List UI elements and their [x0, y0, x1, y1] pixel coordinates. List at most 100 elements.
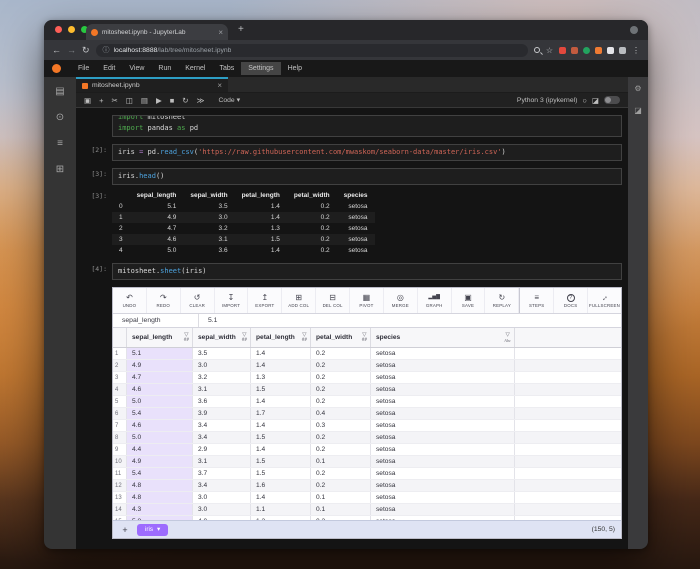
extension-orange-icon[interactable] [595, 47, 602, 54]
mito-toolbar-merge[interactable]: ◎MERGE [384, 288, 418, 313]
mito-column-header-petal_width[interactable]: petal_width▽## [311, 328, 371, 347]
menu-item-kernel[interactable]: Kernel [178, 62, 212, 75]
property-inspector-icon[interactable]: ⚙ [634, 84, 641, 93]
mito-cell[interactable]: 5.1 [127, 348, 193, 359]
mito-cell[interactable]: 4.6 [127, 420, 193, 431]
mito-cell[interactable]: 3.9 [193, 408, 251, 419]
mito-toolbar-fullscreen[interactable]: ↔FULLSCREEN [588, 288, 621, 313]
mito-cell[interactable]: 5.4 [127, 468, 193, 479]
close-notebook-tab-icon[interactable]: × [217, 81, 222, 90]
mito-cell[interactable]: 3.1 [193, 384, 251, 395]
restart-run-all-icon[interactable]: ≫ [197, 96, 205, 105]
mito-cell[interactable]: 4.9 [127, 456, 193, 467]
mito-column-header-species[interactable]: species▽Abc [371, 328, 515, 347]
mito-cell[interactable]: 3.5 [193, 348, 251, 359]
browser-menu-icon[interactable]: ⋮ [632, 46, 640, 55]
mito-column-header-sepal_length[interactable]: sepal_length▽## [127, 328, 193, 347]
back-icon[interactable]: ← [52, 45, 61, 55]
mito-cell[interactable]: 3.4 [193, 432, 251, 443]
mito-cell[interactable]: 1.4 [251, 492, 311, 503]
extension-puzzle-icon[interactable] [607, 47, 614, 54]
mito-cell[interactable]: 0.1 [311, 492, 371, 503]
mito-cell[interactable]: 0.2 [311, 444, 371, 455]
mito-toolbar-redo[interactable]: ↷REDO [147, 288, 181, 313]
bookmark-icon[interactable]: ☆ [546, 46, 553, 55]
file-browser-icon[interactable]: ▤ [55, 86, 64, 97]
mito-cell[interactable]: 3.4 [193, 420, 251, 431]
menu-item-edit[interactable]: Edit [96, 62, 122, 75]
mito-cell[interactable]: setosa [371, 504, 515, 515]
mito-cell[interactable]: 0.4 [311, 408, 371, 419]
mito-column-header-sepal_width[interactable]: sepal_width▽## [193, 328, 251, 347]
menu-item-run[interactable]: Run [151, 62, 178, 75]
mito-toolbar-add-col[interactable]: ⊞ADD COL [282, 288, 316, 313]
menu-item-help[interactable]: Help [281, 62, 309, 75]
mito-cell[interactable]: 1.1 [251, 504, 311, 515]
mito-cell[interactable]: 4.8 [127, 480, 193, 491]
mito-toolbar-steps[interactable]: ≡STEPS [519, 288, 554, 313]
cut-cell-icon[interactable]: ✂ [111, 96, 117, 105]
mito-cell[interactable]: 5.0 [127, 396, 193, 407]
mito-cell[interactable]: 1.4 [251, 396, 311, 407]
menu-item-tabs[interactable]: Tabs [212, 62, 241, 75]
mito-cell[interactable]: 3.2 [193, 372, 251, 383]
extension-gray-icon[interactable] [619, 47, 626, 54]
menu-item-file[interactable]: File [71, 62, 96, 75]
mito-cell[interactable]: 3.4 [193, 480, 251, 491]
mito-toolbar-replay[interactable]: ↻REPLAY [485, 288, 519, 313]
code-editor[interactable]: mitosheet.sheet(iris) [112, 263, 622, 280]
address-bar[interactable]: ⓘ localhost:8888/lab/tree/mitosheet.ipyn… [96, 44, 528, 57]
extension-green-icon[interactable] [583, 47, 590, 54]
mito-cell[interactable]: 0.2 [311, 384, 371, 395]
copy-cell-icon[interactable]: ◫ [126, 96, 133, 105]
close-window-button[interactable] [55, 26, 62, 33]
notebook-tab[interactable]: mitosheet.ipynb × [76, 77, 228, 92]
kernel-name[interactable]: Python 3 (ipykernel) [517, 97, 577, 104]
mito-toolbar-undo[interactable]: ↶UNDO [113, 288, 147, 313]
add-cell-icon[interactable]: + [99, 96, 103, 105]
mito-cell[interactable]: setosa [371, 432, 515, 443]
profile-icon[interactable] [630, 26, 638, 34]
mito-cell[interactable]: 0.2 [311, 468, 371, 479]
mito-cell[interactable]: 3.0 [193, 504, 251, 515]
mito-cell[interactable]: 1.5 [251, 432, 311, 443]
minimize-window-button[interactable] [68, 26, 75, 33]
extension-manager-icon[interactable]: ⊞ [56, 164, 64, 175]
mito-cell[interactable]: 1.7 [251, 408, 311, 419]
mito-toolbar-pivot[interactable]: ▦PIVOT [350, 288, 384, 313]
mito-cell[interactable]: 3.7 [193, 468, 251, 479]
mito-cell[interactable]: 4.3 [127, 504, 193, 515]
mito-cell[interactable]: 4.6 [127, 384, 193, 395]
save-icon[interactable]: ▣ [84, 96, 91, 105]
table-of-contents-icon[interactable]: ≡ [57, 138, 63, 149]
cell-type-select[interactable]: Code ▾ [218, 96, 240, 104]
mito-cell[interactable]: 3.0 [193, 360, 251, 371]
mito-toolbar-import[interactable]: ↧IMPORT [215, 288, 249, 313]
mito-cell[interactable]: 5.0 [127, 432, 193, 443]
restart-kernel-icon[interactable]: ↻ [182, 96, 188, 105]
mito-cell[interactable]: 0.1 [311, 456, 371, 467]
extension-multicolor-icon[interactable] [571, 47, 578, 54]
code-editor[interactable]: iris.head() [112, 168, 622, 185]
mito-cell[interactable]: 1.5 [251, 456, 311, 467]
mito-toolbar-clear[interactable]: ↺CLEAR [181, 288, 215, 313]
mito-cell[interactable]: 4.4 [127, 444, 193, 455]
mito-cell[interactable]: setosa [371, 348, 515, 359]
mito-cell[interactable]: 0.1 [311, 504, 371, 515]
menu-item-view[interactable]: View [122, 62, 151, 75]
mito-cell[interactable]: 3.1 [193, 456, 251, 467]
mito-cell[interactable]: 0.2 [311, 396, 371, 407]
mito-column-header-petal_length[interactable]: petal_length▽## [251, 328, 311, 347]
browser-tab[interactable]: mitosheet.ipynb - JupyterLab × [86, 24, 228, 40]
site-info-icon[interactable]: ⓘ [103, 45, 110, 55]
mito-cell[interactable]: 0.2 [311, 348, 371, 359]
mito-cell[interactable]: 0.3 [311, 420, 371, 431]
mito-toolbar-save[interactable]: ▣SAVE [452, 288, 486, 313]
add-sheet-button[interactable]: + [119, 525, 131, 535]
running-kernels-icon[interactable]: ⊙ [56, 112, 64, 123]
mito-cell[interactable]: setosa [371, 456, 515, 467]
debugger-icon[interactable]: ◪ [634, 106, 642, 115]
forward-icon[interactable]: → [67, 45, 76, 55]
mito-cell[interactable]: setosa [371, 444, 515, 455]
mito-toolbar-export[interactable]: ↥EXPORT [248, 288, 282, 313]
